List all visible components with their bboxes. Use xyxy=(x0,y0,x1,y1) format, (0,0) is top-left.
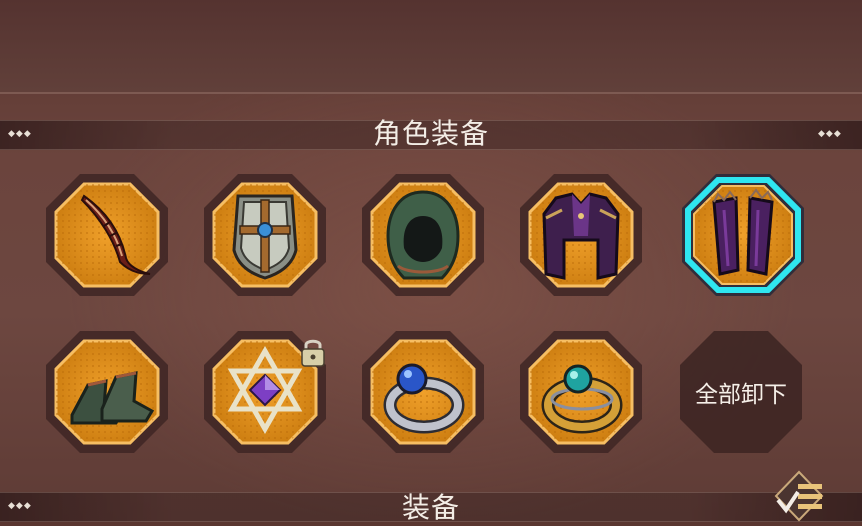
bracers-icon xyxy=(712,188,774,276)
section-title: 角色装备 xyxy=(372,117,489,150)
check-list-icon xyxy=(774,470,824,522)
equipment-slot-shield[interactable] xyxy=(200,170,330,300)
equipment-slot-ring-2[interactable] xyxy=(516,327,646,457)
blue-gem-ring-icon xyxy=(383,363,465,434)
equipment-slot-ring-1[interactable] xyxy=(358,327,488,457)
sort-filter-button[interactable] xyxy=(764,470,834,522)
top-panel xyxy=(0,0,862,94)
bottom-section-title: 装备 xyxy=(401,491,460,524)
equipment-slot-gloves-selected[interactable] xyxy=(678,170,808,300)
curved-blade-icon xyxy=(80,194,151,275)
equipment-slot-helmet[interactable] xyxy=(358,170,488,300)
hood-icon xyxy=(386,190,460,280)
shield-icon xyxy=(232,194,298,280)
boots-icon xyxy=(70,371,155,425)
equipment-slot-armor[interactable] xyxy=(516,170,646,300)
teal-gem-ring-icon xyxy=(541,364,623,434)
unequip-all-button[interactable]: 全部卸下 xyxy=(676,327,806,457)
equipment-slot-boots[interactable] xyxy=(42,327,172,457)
robe-armor-icon xyxy=(542,192,620,280)
equipment-slot-weapon[interactable] xyxy=(42,170,172,300)
unequip-all-label: 全部卸下 xyxy=(695,382,787,408)
lock-icon xyxy=(299,336,327,368)
